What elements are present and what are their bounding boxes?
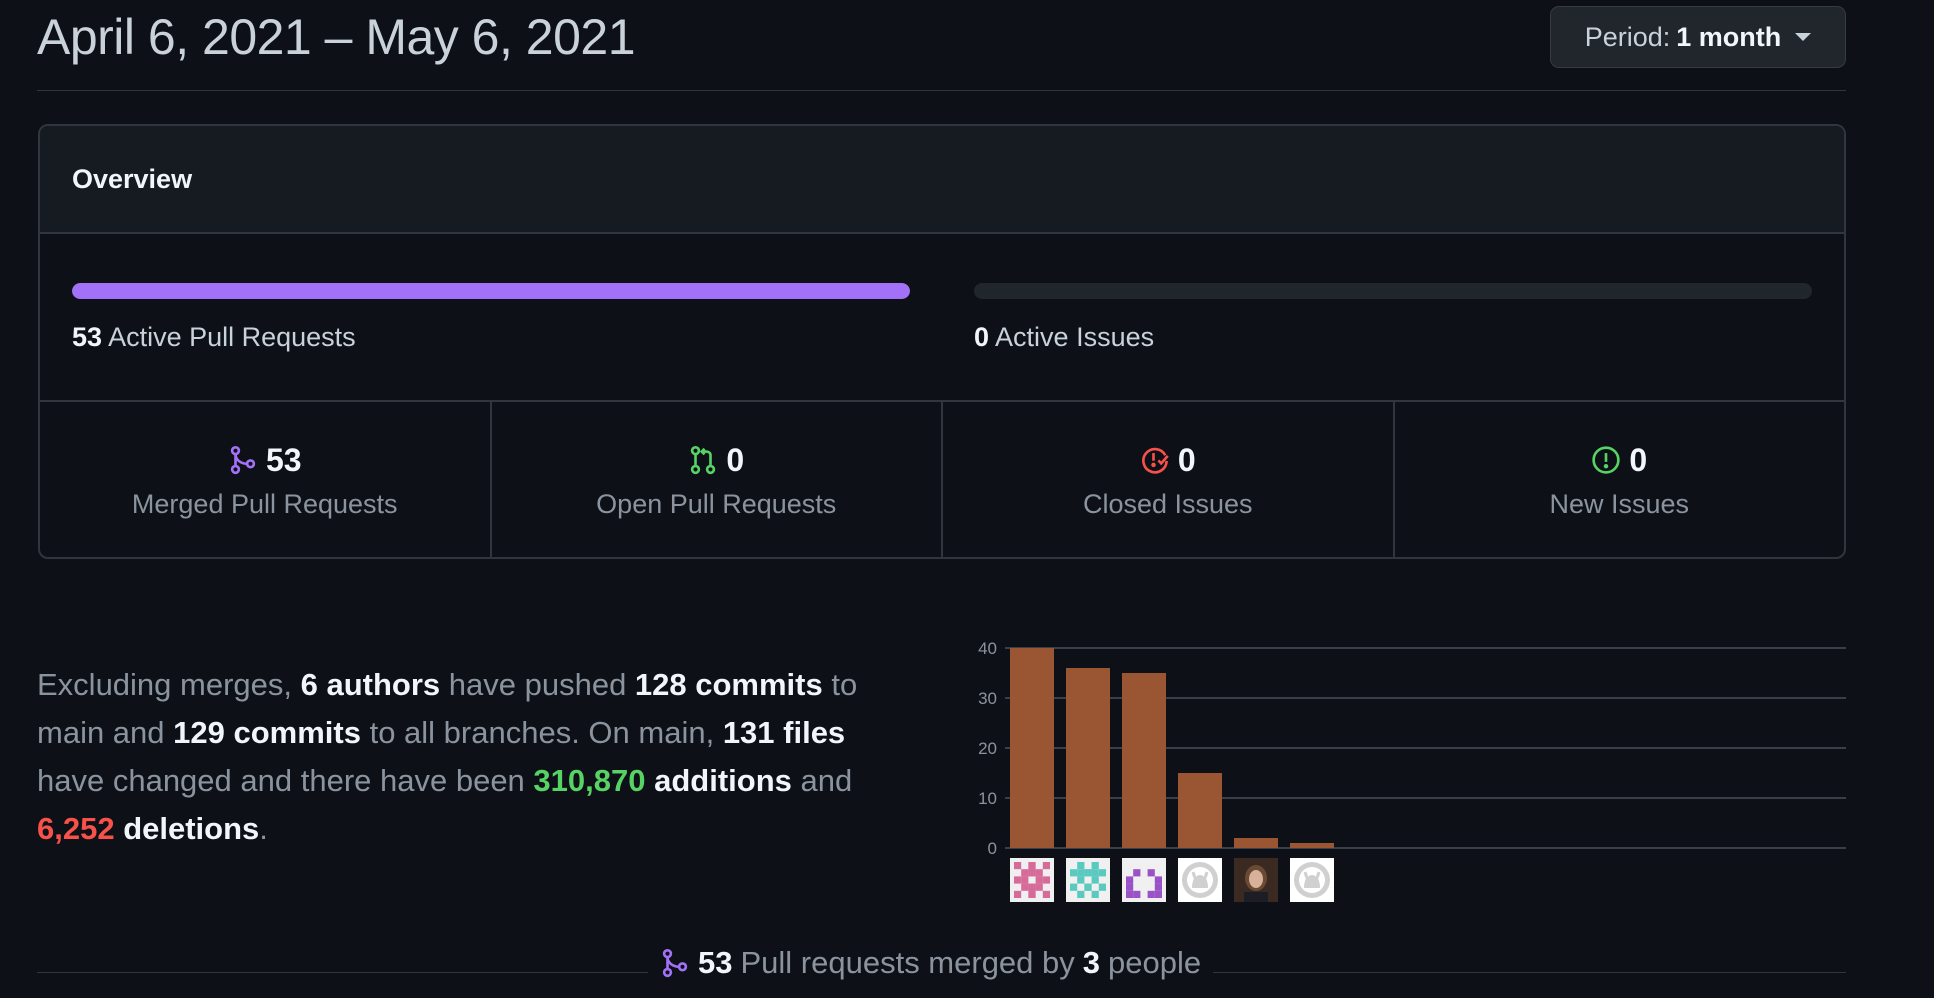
additions-count: 310,870: [533, 763, 646, 798]
contributor-avatar[interactable]: [1178, 858, 1222, 902]
commits-main-count: 128 commits: [634, 667, 823, 702]
issue-opened-icon: [1592, 446, 1621, 474]
stat-closed-issues[interactable]: 0 Closed Issues: [943, 402, 1395, 557]
summary-text: have changed and there have been: [37, 763, 534, 798]
summary-text: .: [259, 811, 268, 846]
merged-pr-label: Merged Pull Requests: [131, 488, 398, 519]
active-pr-progress-bar: [72, 283, 910, 299]
people-count: 3: [1082, 945, 1101, 980]
stat-new-issues[interactable]: 0 New Issues: [1395, 402, 1845, 557]
people-word: people: [1108, 945, 1202, 980]
commits-bar-chart: 0 10 20 30 40: [978, 639, 1846, 855]
stat-merged-pull-requests[interactable]: 53 Merged Pull Requests: [40, 402, 492, 557]
period-dropdown-button[interactable]: Period: 1 month: [1550, 6, 1846, 68]
activity-bars: 53 Active Pull Requests 0 Active Issues: [40, 234, 1844, 402]
period-value: 1 month: [1676, 21, 1782, 52]
y-tick-label: 0: [988, 839, 997, 855]
chart-bar[interactable]: [1290, 843, 1334, 848]
chart-bar[interactable]: [1066, 668, 1110, 848]
deletions-word: deletions: [123, 811, 260, 846]
contributor-avatar[interactable]: [1066, 858, 1110, 902]
deletions-count: 6,252: [37, 811, 115, 846]
git-merge-icon: [230, 445, 256, 475]
summary-text: have pushed: [440, 667, 635, 702]
active-issues-link[interactable]: 0 Active Issues: [974, 322, 1154, 353]
merged-pr-summary: 53 Pull requests merged by 3 people: [648, 945, 1214, 981]
commit-summary: Excluding merges, 6 authors have pushed …: [37, 661, 907, 853]
y-tick-label: 10: [978, 789, 997, 808]
page-title: April 6, 2021 – May 6, 2021: [37, 9, 636, 65]
chart-bar[interactable]: [1178, 773, 1222, 848]
y-tick-label: 20: [978, 739, 997, 758]
merged-mid-text: Pull requests merged by: [740, 945, 1075, 980]
overview-title: Overview: [72, 164, 193, 194]
active-pr-label: Active Pull Requests: [108, 322, 356, 352]
new-issues-label: New Issues: [1549, 488, 1690, 519]
active-issues-count: 0: [974, 322, 990, 352]
overview-box: Overview 53 Active Pull Requests 0 Activ…: [38, 124, 1846, 559]
git-pull-request-icon: [691, 445, 716, 475]
active-issues-progress-bar: [974, 283, 1812, 299]
overview-stats: 53 Merged Pull Requests 0 Open Pull Requ…: [40, 402, 1845, 557]
overview-header: Overview: [40, 126, 1844, 234]
open-pr-count: 0: [726, 441, 745, 478]
chart-bar[interactable]: [1122, 673, 1166, 848]
closed-issues-label: Closed Issues: [1082, 488, 1253, 519]
merged-count: 53: [698, 945, 733, 980]
chart-bar[interactable]: [1234, 838, 1278, 848]
files-count: 131 files: [722, 715, 846, 750]
chart-bar[interactable]: [1010, 648, 1054, 848]
summary-text: Excluding merges,: [37, 667, 301, 702]
closed-issues-count: 0: [1177, 441, 1196, 478]
merged-pr-count: 53: [265, 441, 302, 478]
period-label: Period:: [1584, 21, 1671, 52]
issue-closed-icon: [1141, 447, 1169, 474]
git-merge-icon: [662, 948, 688, 978]
contributor-avatar[interactable]: [1122, 858, 1166, 902]
caret-down-icon: [1795, 33, 1812, 41]
authors-count: 6 authors: [300, 667, 441, 702]
y-tick-label: 40: [978, 639, 997, 658]
open-pr-label: Open Pull Requests: [596, 488, 837, 519]
additions-word: additions: [654, 763, 792, 798]
active-issues-label: Active Issues: [995, 322, 1155, 352]
active-pr-progress-fill: [72, 283, 910, 299]
summary-text: to all branches. On main,: [360, 715, 723, 750]
period-header: April 6, 2021 – May 6, 2021 Period: 1 mo…: [37, 0, 1846, 91]
summary-text: and: [791, 763, 853, 798]
new-issues-count: 0: [1629, 441, 1648, 478]
contributor-avatar[interactable]: [1290, 858, 1334, 902]
contributor-avatar[interactable]: [1010, 858, 1054, 902]
active-pr-count: 53: [72, 322, 103, 352]
contributor-avatar[interactable]: [1234, 858, 1278, 902]
stat-open-pull-requests[interactable]: 0 Open Pull Requests: [492, 402, 943, 557]
commits-all-count: 129 commits: [173, 715, 361, 750]
active-pr-link[interactable]: 53 Active Pull Requests: [72, 322, 356, 353]
y-tick-label: 30: [978, 689, 997, 708]
